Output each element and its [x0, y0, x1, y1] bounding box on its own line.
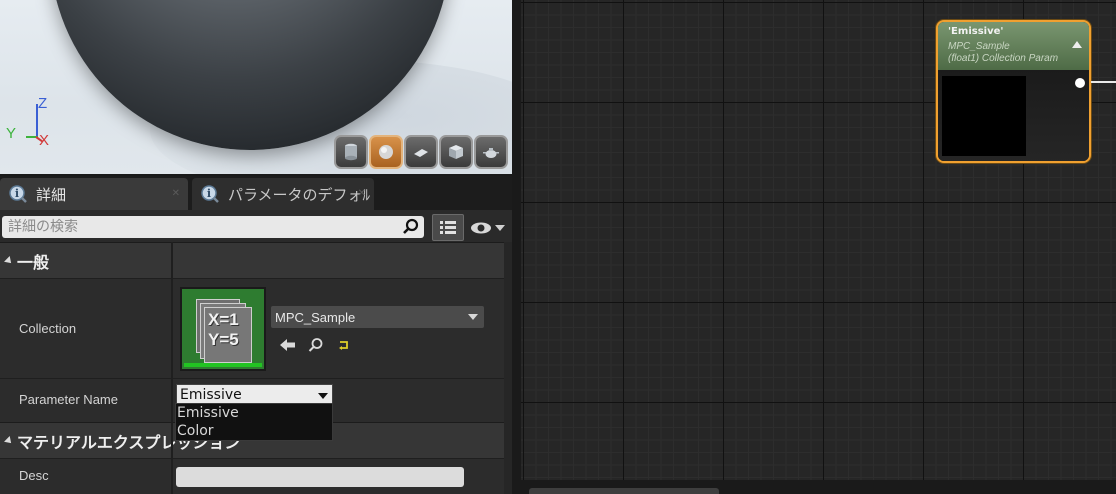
cube-icon [449, 145, 463, 159]
collection-asset-value: MPC_Sample [275, 309, 356, 325]
y-axis-label: Y [6, 125, 17, 142]
graph-bottom-bar [521, 480, 1116, 494]
plane-icon [414, 149, 428, 157]
parameter-name-dropdown-list: Emissive Color [175, 403, 333, 441]
close-icon[interactable]: ✕ [358, 188, 366, 199]
node-subtitle: MPC_Sample (float1) Collection Param [948, 41, 1079, 65]
expand-arrow-icon [4, 435, 14, 446]
details-scrollbar[interactable] [504, 242, 512, 494]
thumbnail-text: X=1 Y=5 [208, 310, 239, 349]
cylinder-preview-button[interactable] [334, 135, 368, 169]
details-search-row [0, 214, 512, 242]
node-header[interactable]: 'Emissive' MPC_Sample (float1) Collectio… [938, 22, 1089, 70]
node-title: 'Emissive' [948, 26, 1004, 37]
cylinder-icon [345, 143, 357, 161]
column-divider[interactable] [171, 242, 173, 494]
chevron-down-icon [318, 393, 328, 399]
node-subtitle-asset: MPC_Sample [948, 41, 1010, 52]
section-general[interactable]: 一般 [0, 242, 512, 278]
property-row-desc: Desc [0, 458, 512, 494]
property-row-collection: Collection X=1 Y=5 MPC_Sample [0, 278, 512, 378]
node-preview [942, 76, 1026, 156]
collection-label: Collection [19, 321, 77, 336]
browse-search-icon[interactable] [306, 337, 326, 353]
desc-input[interactable] [176, 467, 464, 487]
collection-asset-combo[interactable]: MPC_Sample [271, 306, 484, 328]
asset-type-bar [184, 363, 262, 367]
details-panel: i 詳細 ✕ i パラメータのデフォﾙ ✕ 詳細の検索 一般 Collectio… [0, 176, 512, 494]
z-axis-label: Z [38, 95, 48, 112]
expand-arrow-icon [4, 255, 14, 266]
info-icon: i [8, 184, 28, 204]
eye-icon [471, 222, 491, 234]
cube-preview-button[interactable] [439, 135, 473, 169]
use-selected-arrow-icon[interactable] [278, 337, 298, 353]
preview-shape-toolbar [334, 135, 508, 169]
svg-text:i: i [15, 187, 19, 200]
details-search-input[interactable] [8, 218, 388, 236]
grid-list-icon [440, 220, 456, 234]
dropdown-option-emissive[interactable]: Emissive [176, 404, 332, 422]
chevron-down-icon [468, 314, 478, 320]
dropdown-option-color[interactable]: Color [176, 422, 332, 440]
node-subtitle-type: (float1) Collection Param [948, 53, 1059, 64]
teapot-icon [483, 148, 499, 158]
tab-parameter-defaults-label: パラメータのデフォﾙ [228, 185, 371, 204]
plane-preview-button[interactable] [404, 135, 438, 169]
view-options-button[interactable] [432, 214, 464, 241]
reset-to-default-icon[interactable] [334, 337, 354, 353]
asset-tools [278, 337, 354, 353]
material-graph-canvas[interactable]: 'Emissive' MPC_Sample (float1) Collectio… [516, 0, 1116, 494]
teapot-preview-button[interactable] [474, 135, 508, 169]
tab-details[interactable]: i 詳細 ✕ [0, 178, 188, 210]
output-pin[interactable] [1075, 78, 1085, 88]
chevron-down-icon [495, 225, 505, 231]
output-wire[interactable] [1091, 81, 1116, 83]
details-search-box[interactable] [2, 216, 424, 238]
bottom-tab-fragment[interactable] [529, 488, 719, 494]
sphere-preview-button[interactable] [369, 135, 403, 169]
details-tab-bar: i 詳細 ✕ i パラメータのデフォﾙ ✕ [0, 176, 512, 210]
tab-parameter-defaults[interactable]: i パラメータのデフォﾙ ✕ [192, 178, 374, 210]
section-general-title: 一般 [17, 252, 50, 272]
parameter-name-label: Parameter Name [19, 392, 118, 407]
x-axis-label: X [39, 132, 50, 149]
collection-thumbnail[interactable]: X=1 Y=5 [180, 287, 266, 371]
desc-label: Desc [19, 468, 49, 483]
info-icon: i [200, 184, 220, 204]
material-preview-viewport[interactable]: Z Y X [0, 0, 512, 174]
collection-parameter-node[interactable]: 'Emissive' MPC_Sample (float1) Collectio… [936, 20, 1091, 163]
tab-details-label: 詳細 [36, 185, 67, 204]
collapse-arrow-icon[interactable] [1072, 41, 1082, 48]
sphere-icon [379, 145, 393, 159]
visibility-options-button[interactable] [470, 218, 510, 238]
close-icon[interactable]: ✕ [172, 188, 180, 199]
search-icon[interactable] [402, 218, 420, 236]
svg-text:i: i [207, 187, 211, 200]
parameter-name-value: Emissive [180, 387, 242, 403]
